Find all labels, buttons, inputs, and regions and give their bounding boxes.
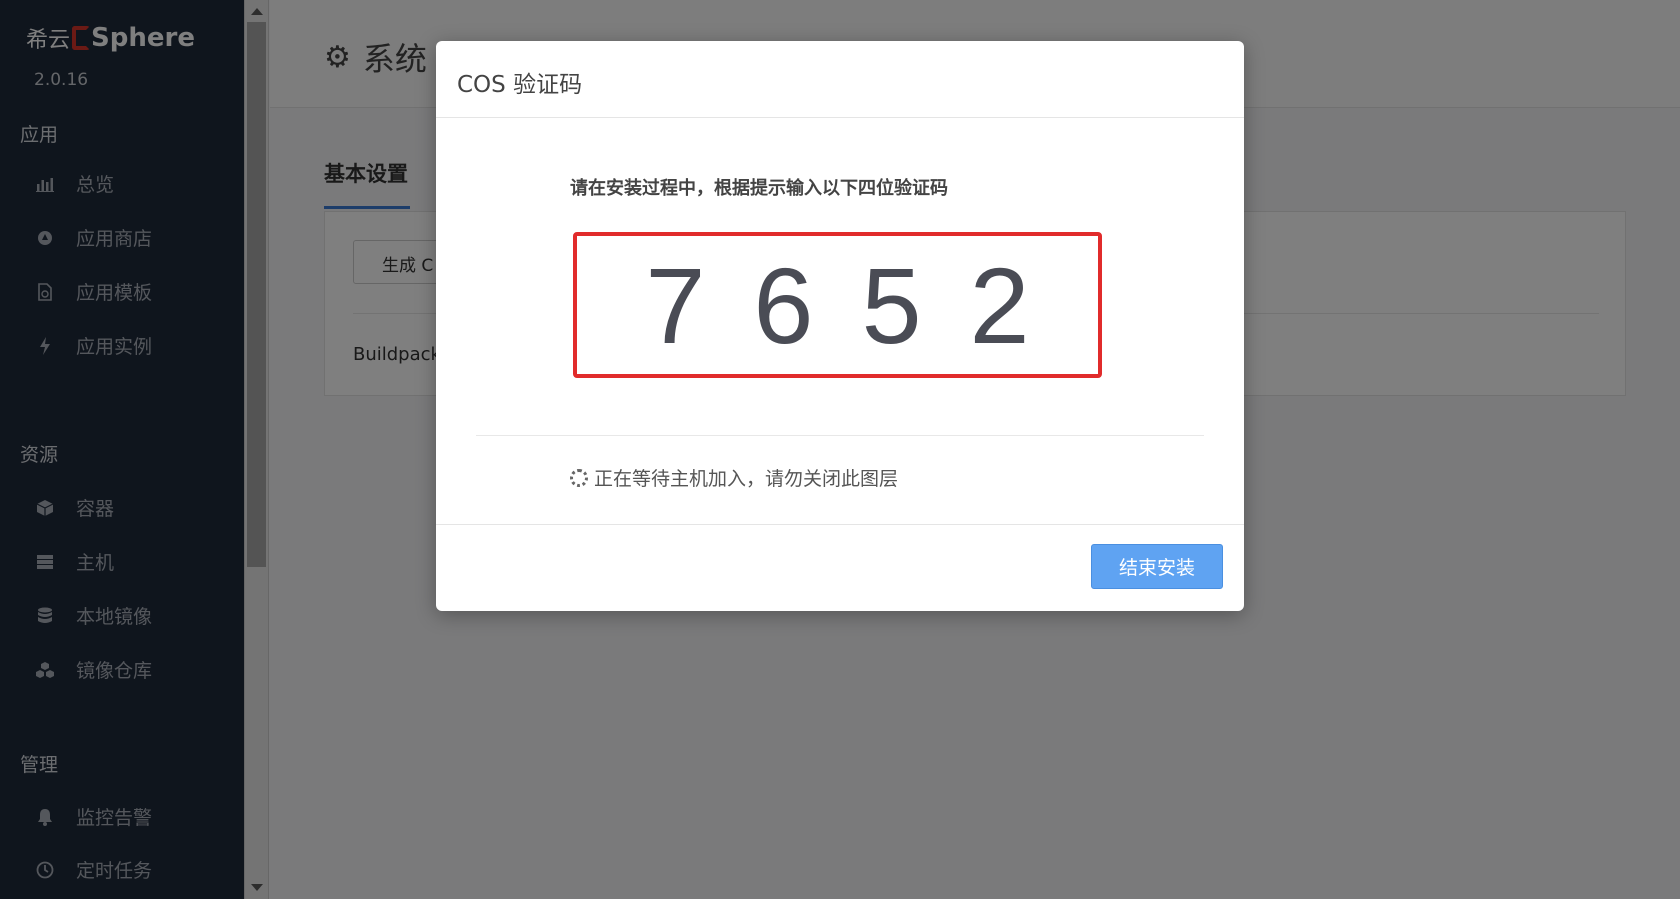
verification-code-box: 7652 xyxy=(573,232,1102,378)
instruction-text: 请在安装过程中，根据提示输入以下四位验证码 xyxy=(570,178,948,199)
content-divider xyxy=(476,435,1204,436)
modal-title: COS 验证码 xyxy=(457,72,583,98)
cos-code-dialog: COS 验证码 请在安装过程中，根据提示输入以下四位验证码 7652 正在等待主… xyxy=(436,41,1244,611)
end-install-button[interactable]: 结束安装 xyxy=(1091,544,1223,589)
modal-header: COS 验证码 xyxy=(436,41,1244,118)
waiting-status: 正在等待主机加入，请勿关闭此图层 xyxy=(570,464,898,491)
spinner-icon xyxy=(570,468,588,487)
waiting-text: 正在等待主机加入，请勿关闭此图层 xyxy=(594,468,899,490)
modal-footer-divider xyxy=(436,524,1244,525)
verification-code: 7652 xyxy=(645,244,1078,366)
